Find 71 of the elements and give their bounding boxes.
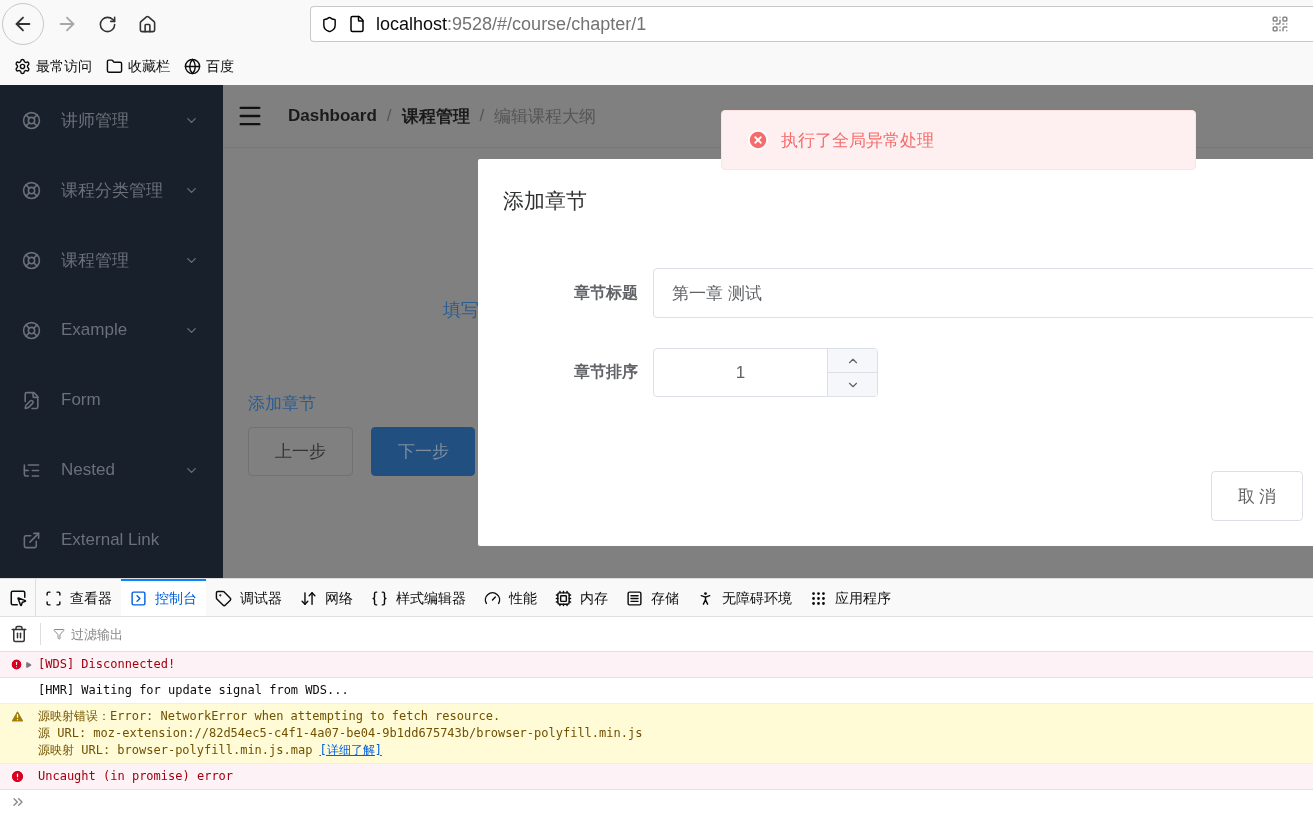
braces-icon: [371, 590, 388, 607]
message-text: [WDS] Disconnected!: [38, 656, 176, 673]
toast-message: 执行了全局异常处理: [781, 129, 934, 152]
storage-icon: [626, 590, 643, 607]
console-icon: [130, 590, 147, 607]
learn-more-link[interactable]: [详细了解]: [319, 742, 382, 759]
gear-icon: [14, 58, 31, 75]
page-icon: [348, 15, 366, 33]
tag-icon: [215, 590, 232, 607]
dialog-title: 添加章节: [503, 188, 588, 214]
input-field[interactable]: 第一章 测试: [653, 268, 1313, 318]
field-label: 章节排序: [573, 362, 638, 382]
devtools-tab[interactable]: 内存: [546, 579, 617, 616]
address-bar[interactable]: localhost:9528/#/course/chapter/1: [310, 6, 1313, 42]
error-icon: [10, 657, 24, 672]
clear-button[interactable]: [10, 625, 28, 643]
sidebar-item[interactable]: Form: [0, 365, 223, 435]
devtools-tab[interactable]: 无障碍环境: [688, 579, 801, 616]
bookmark[interactable]: 百度: [184, 57, 234, 76]
expand-icon[interactable]: [25, 661, 32, 669]
devtools-tab[interactable]: 存储: [617, 579, 688, 616]
grid-icon: [810, 590, 827, 607]
external-link-icon: [22, 530, 41, 550]
shield-icon: [321, 15, 338, 33]
error-icon: [10, 769, 25, 784]
cancel-button[interactable]: 取 消: [1211, 471, 1303, 521]
devtools-tab[interactable]: 控制台: [121, 579, 206, 616]
lifebuoy-icon: [22, 110, 41, 130]
message-text: [HMR] Waiting for update signal from WDS...: [38, 682, 349, 699]
devtools-tab[interactable]: 网络: [291, 579, 362, 616]
folder-icon: [106, 58, 123, 75]
step-title: 填写: [443, 299, 479, 322]
qr-code-icon[interactable]: [1271, 15, 1289, 33]
bookmark[interactable]: 收藏栏: [106, 57, 170, 76]
breadcrumb-item[interactable]: 课程管理: [401, 104, 470, 128]
lifebuoy-icon: [22, 320, 41, 340]
sidebar-item[interactable]: Example: [0, 295, 223, 365]
devtools-tab[interactable]: 样式编辑器: [362, 579, 475, 616]
devtools-tab[interactable]: 性能: [475, 579, 546, 616]
breadcrumb-item[interactable]: Dashboard: [288, 106, 377, 126]
warning-icon: [10, 709, 25, 724]
message-text: 源映射错误：Error: NetworkError when attempting to fetch resource.: [38, 708, 501, 725]
bookmark[interactable]: 最常访问: [14, 57, 92, 76]
sidebar-item[interactable]: External Link: [0, 505, 223, 575]
lifebuoy-icon: [22, 250, 41, 270]
funnel-icon: [53, 628, 65, 640]
message-text: 源 URL: moz-extension://82d54ec5-c4f1-4a07-be04-9b1dd675743b/browser-polyfill.min.js: [38, 725, 643, 742]
sidebar-item[interactable]: 讲师管理: [0, 85, 223, 155]
home-icon: [137, 14, 157, 34]
sidebar-item[interactable]: 课程分类管理: [0, 155, 223, 225]
chip-icon: [555, 590, 572, 607]
breadcrumb-separator: /: [479, 106, 485, 126]
message-text: Uncaught (in promise) error: [38, 768, 234, 785]
pointer-icon: [8, 588, 27, 607]
sidebar-item[interactable]: 课程管理: [0, 225, 223, 295]
sidebar-item[interactable]: Nested: [0, 435, 223, 505]
arrows-icon: [300, 590, 317, 607]
reload-icon: [97, 14, 117, 34]
breadcrumb-separator: /: [386, 106, 392, 126]
gauge-icon: [484, 590, 501, 607]
field-label: 章节标题: [573, 282, 638, 303]
lifebuoy-icon: [22, 180, 41, 200]
message-text: 源映射 URL: browser-polyfill.min.js.map: [38, 742, 313, 759]
inspector-icon: [45, 590, 62, 607]
devtools-tab[interactable]: 应用程序: [801, 579, 900, 616]
devtools-tab[interactable]: 查看器: [36, 579, 121, 616]
error-icon: [747, 129, 769, 151]
globe-icon: [184, 58, 201, 75]
trash-icon: [10, 625, 28, 643]
devtools-tab[interactable]: 调试器: [206, 579, 291, 616]
form-icon: [22, 390, 41, 410]
